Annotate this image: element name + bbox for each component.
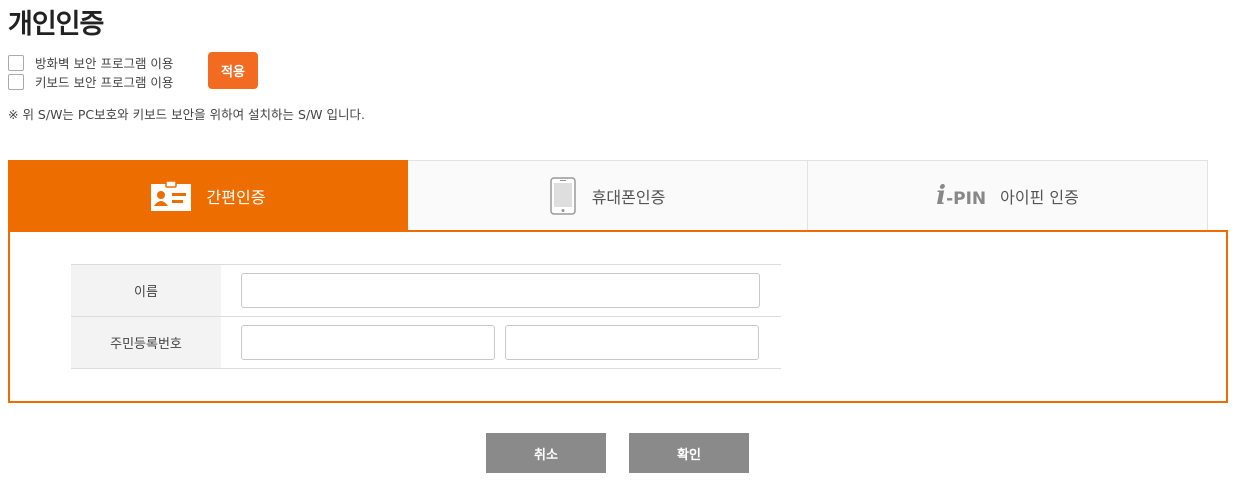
tab-ipin-auth-label: 아이핀 인증 <box>1000 187 1079 207</box>
ipin-logo: i -PIN <box>936 180 987 211</box>
auth-form-table: 이름 주민등록번호 <box>71 264 781 369</box>
id-card-icon <box>150 180 191 211</box>
page-title: 개인인증 <box>8 9 104 40</box>
security-notice: ※ 위 S/W는 PC보호와 키보드 보안을 위하여 설치하는 S/W 입니다. <box>8 107 365 122</box>
rrn-row: 주민등록번호 <box>71 317 781 369</box>
keyboard-security-checkbox[interactable] <box>8 73 24 90</box>
name-label: 이름 <box>71 265 221 316</box>
confirm-button[interactable]: 확인 <box>629 433 749 473</box>
name-row: 이름 <box>71 265 781 317</box>
tab-mobile-auth[interactable]: 휴대폰인증 <box>408 160 808 230</box>
rrn-back-input[interactable] <box>505 325 759 360</box>
mobile-phone-icon <box>549 176 576 215</box>
tab-simple-auth[interactable]: 간편인증 <box>8 160 408 230</box>
cancel-button[interactable]: 취소 <box>486 433 606 473</box>
firewall-option-label: 방화벽 보안 프로그램 이용 <box>35 56 174 71</box>
name-cell <box>221 265 781 316</box>
rrn-cell <box>221 317 781 368</box>
apply-button[interactable]: 적용 <box>208 52 258 89</box>
keyboard-security-option-label: 키보드 보안 프로그램 이용 <box>35 75 174 90</box>
rrn-front-input[interactable] <box>241 325 495 360</box>
firewall-option[interactable]: 방화벽 보안 프로그램 이용 <box>8 53 173 72</box>
tab-ipin-auth[interactable]: i -PIN 아이핀 인증 <box>808 160 1208 230</box>
firewall-checkbox[interactable] <box>8 54 24 71</box>
tab-simple-auth-label: 간편인증 <box>206 187 266 207</box>
auth-method-tabs: 간편인증 휴대폰인증 i -PIN 아이핀 인증 <box>8 160 1208 230</box>
tab-mobile-auth-label: 휴대폰인증 <box>591 187 666 207</box>
personal-auth-page: 개인인증 방화벽 보안 프로그램 이용 키보드 보안 프로그램 이용 적용 ※ … <box>0 0 1250 501</box>
rrn-label: 주민등록번호 <box>71 317 221 368</box>
name-input[interactable] <box>241 273 760 308</box>
auth-form-panel: 이름 주민등록번호 <box>8 230 1228 403</box>
keyboard-security-option[interactable]: 키보드 보안 프로그램 이용 <box>8 72 173 91</box>
